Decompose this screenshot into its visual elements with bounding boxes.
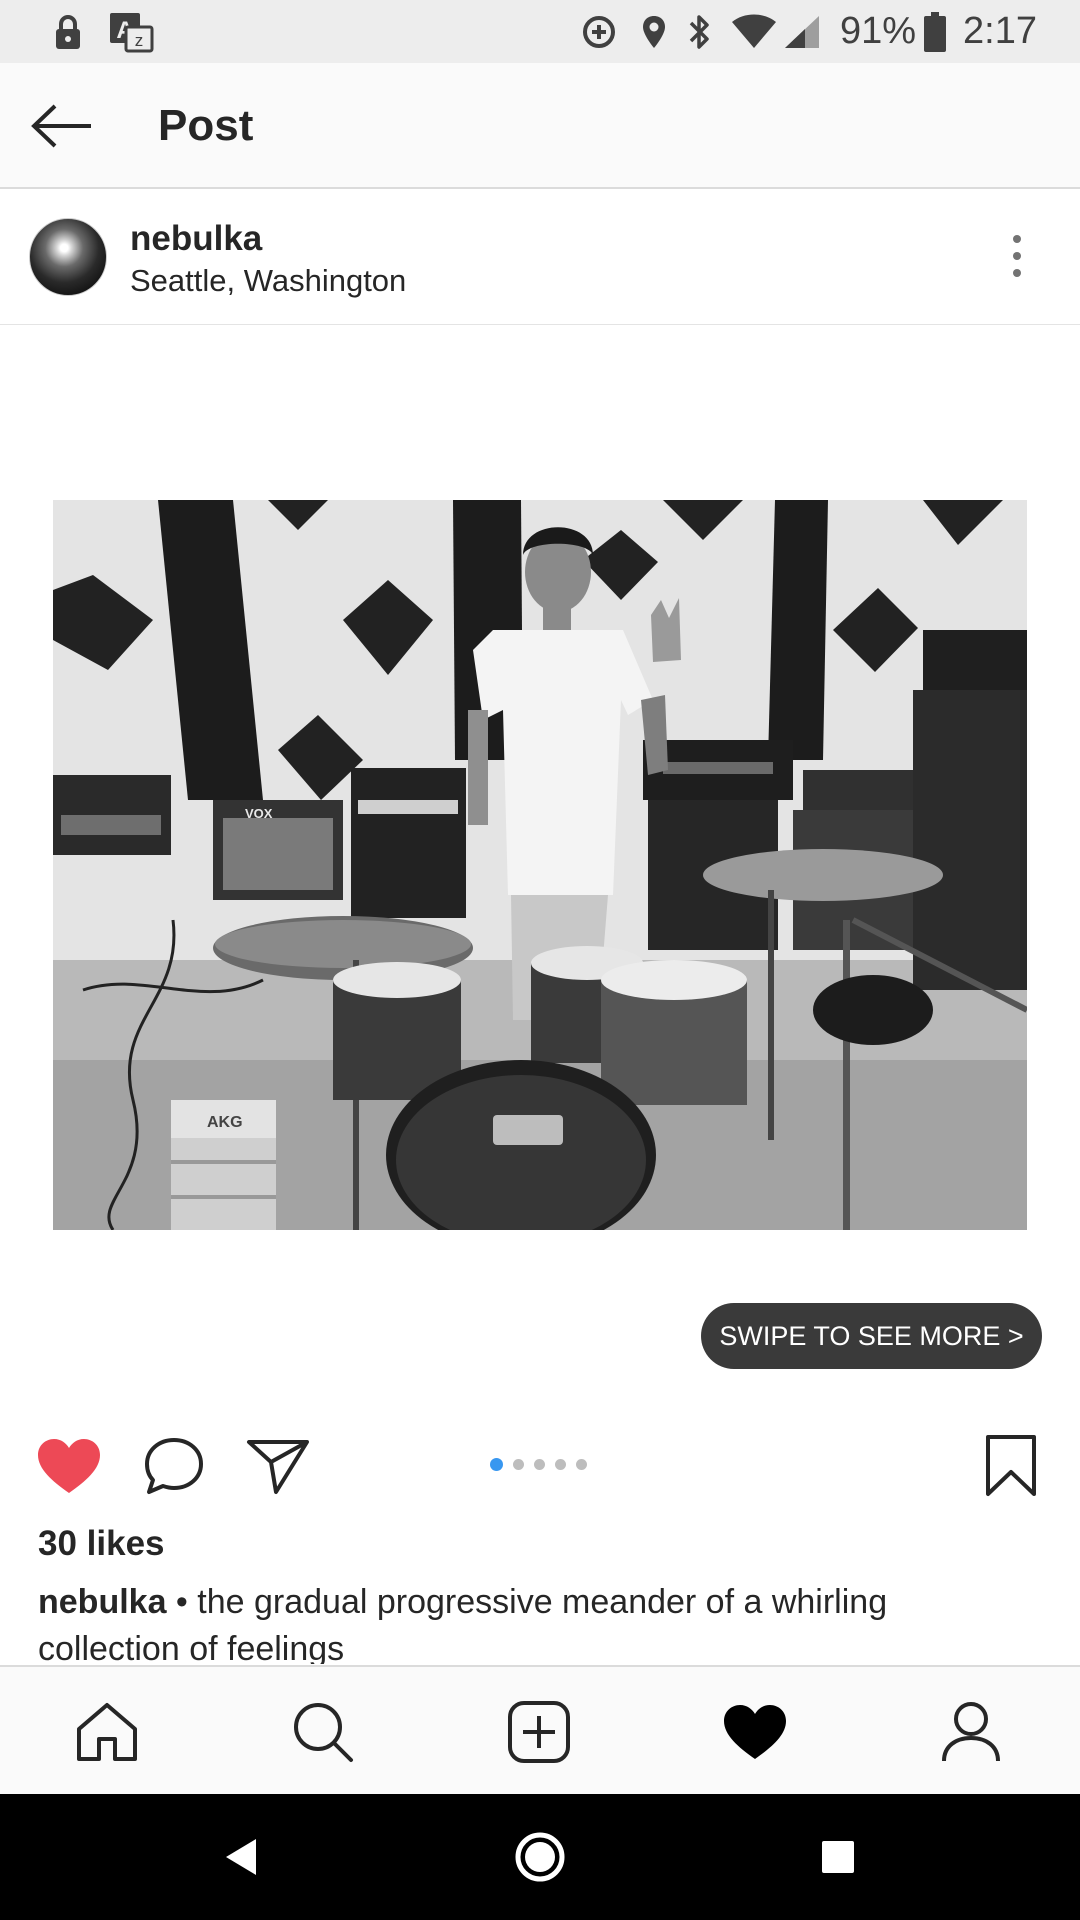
android-recents-button[interactable] — [803, 1822, 873, 1892]
back-triangle-icon — [226, 1839, 256, 1875]
post-media-area[interactable]: VOX AKG SWIPE TO SEE MORE > — [0, 326, 1080, 1402]
nav-search[interactable] — [278, 1687, 368, 1777]
location-icon — [636, 0, 672, 63]
post-caption: nebulka • the gradual progressive meande… — [38, 1579, 1038, 1664]
comment-icon — [145, 1438, 203, 1494]
nav-activity[interactable] — [710, 1687, 800, 1777]
avatar[interactable] — [29, 218, 107, 296]
likes-count[interactable]: 30 likes — [38, 1524, 165, 1564]
caption-username[interactable]: nebulka — [38, 1583, 166, 1621]
post-photo[interactable]: VOX AKG — [53, 500, 1027, 1230]
svg-text:VOX: VOX — [245, 806, 273, 821]
status-bar: Az 91% 2:17 — [0, 0, 1080, 63]
post-actions — [0, 1402, 1080, 1522]
svg-text:z: z — [135, 31, 144, 50]
bookmark-icon — [986, 1435, 1036, 1496]
nav-home[interactable] — [62, 1687, 152, 1777]
translate-icon: Az — [106, 0, 156, 63]
carousel-dot — [555, 1459, 566, 1470]
more-vertical-icon — [1013, 235, 1021, 243]
carousel-dot-active — [490, 1458, 503, 1471]
heart-filled-icon — [38, 1439, 100, 1493]
post-header: nebulka Seattle, Washington — [0, 191, 1080, 325]
search-icon — [294, 1703, 353, 1762]
data-saver-icon — [578, 0, 620, 63]
lock-icon — [48, 0, 88, 63]
comment-button[interactable] — [139, 1432, 209, 1500]
clock: 2:17 — [963, 10, 1037, 52]
swipe-to-see-more-button[interactable]: SWIPE TO SEE MORE > — [701, 1303, 1042, 1369]
page-title: Post — [158, 101, 254, 150]
bluetooth-icon — [682, 0, 716, 63]
svg-text:AKG: AKG — [207, 1114, 243, 1131]
like-button[interactable] — [34, 1432, 104, 1500]
more-options-button[interactable] — [1000, 221, 1034, 291]
app-header: Post — [0, 63, 1080, 189]
carousel-indicator — [490, 1458, 587, 1471]
wifi-icon — [730, 0, 778, 63]
caption-text: • the gradual progressive meander of a w… — [38, 1583, 888, 1664]
save-button[interactable] — [980, 1432, 1042, 1500]
battery-icon — [920, 0, 950, 63]
post-username[interactable]: nebulka — [130, 219, 262, 259]
android-navigation-bar — [0, 1794, 1080, 1920]
profile-icon — [942, 1702, 1000, 1762]
nav-add-post[interactable] — [494, 1687, 584, 1777]
back-button[interactable] — [24, 91, 100, 161]
signal-icon — [780, 0, 824, 63]
home-icon — [77, 1703, 137, 1761]
nav-profile[interactable] — [926, 1687, 1016, 1777]
android-home-button[interactable] — [505, 1822, 575, 1892]
android-back-button[interactable] — [206, 1822, 276, 1892]
arrow-left-icon — [31, 104, 91, 148]
add-post-icon — [508, 1701, 570, 1763]
battery-percentage: 91% — [840, 10, 917, 52]
home-circle-icon — [515, 1832, 565, 1882]
bottom-navigation — [0, 1665, 1080, 1794]
recents-square-icon — [822, 1841, 854, 1873]
send-icon — [247, 1440, 309, 1494]
post-location[interactable]: Seattle, Washington — [130, 263, 406, 299]
carousel-dot — [513, 1459, 524, 1470]
share-button[interactable] — [243, 1432, 313, 1500]
carousel-dot — [576, 1459, 587, 1470]
carousel-dot — [534, 1459, 545, 1470]
activity-heart-icon — [724, 1705, 786, 1759]
